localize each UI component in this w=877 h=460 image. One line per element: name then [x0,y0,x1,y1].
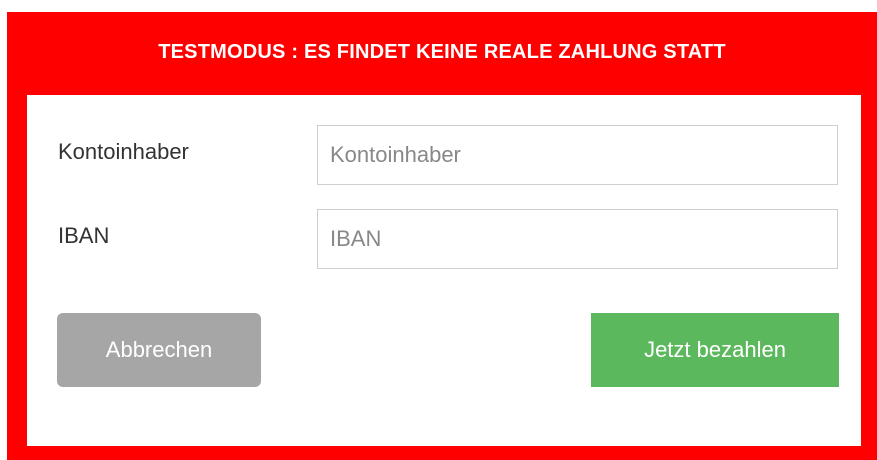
test-mode-banner: TESTMODUS : ES FINDET KEINE REALE ZAHLUN… [158,40,726,63]
pay-now-button[interactable]: Jetzt bezahlen [591,313,839,387]
account-holder-row: Kontoinhaber [27,125,861,185]
iban-row: IBAN [27,209,861,269]
cancel-button[interactable]: Abbrechen [57,313,261,387]
iban-input[interactable] [317,209,838,269]
account-holder-label: Kontoinhaber [58,139,189,164]
account-holder-input[interactable] [317,125,838,185]
iban-label: IBAN [58,223,110,248]
test-mode-frame: TESTMODUS : ES FINDET KEINE REALE ZAHLUN… [7,12,877,460]
payment-form-panel: Kontoinhaber IBAN Abbrechen Jetzt bezahl… [27,95,861,446]
